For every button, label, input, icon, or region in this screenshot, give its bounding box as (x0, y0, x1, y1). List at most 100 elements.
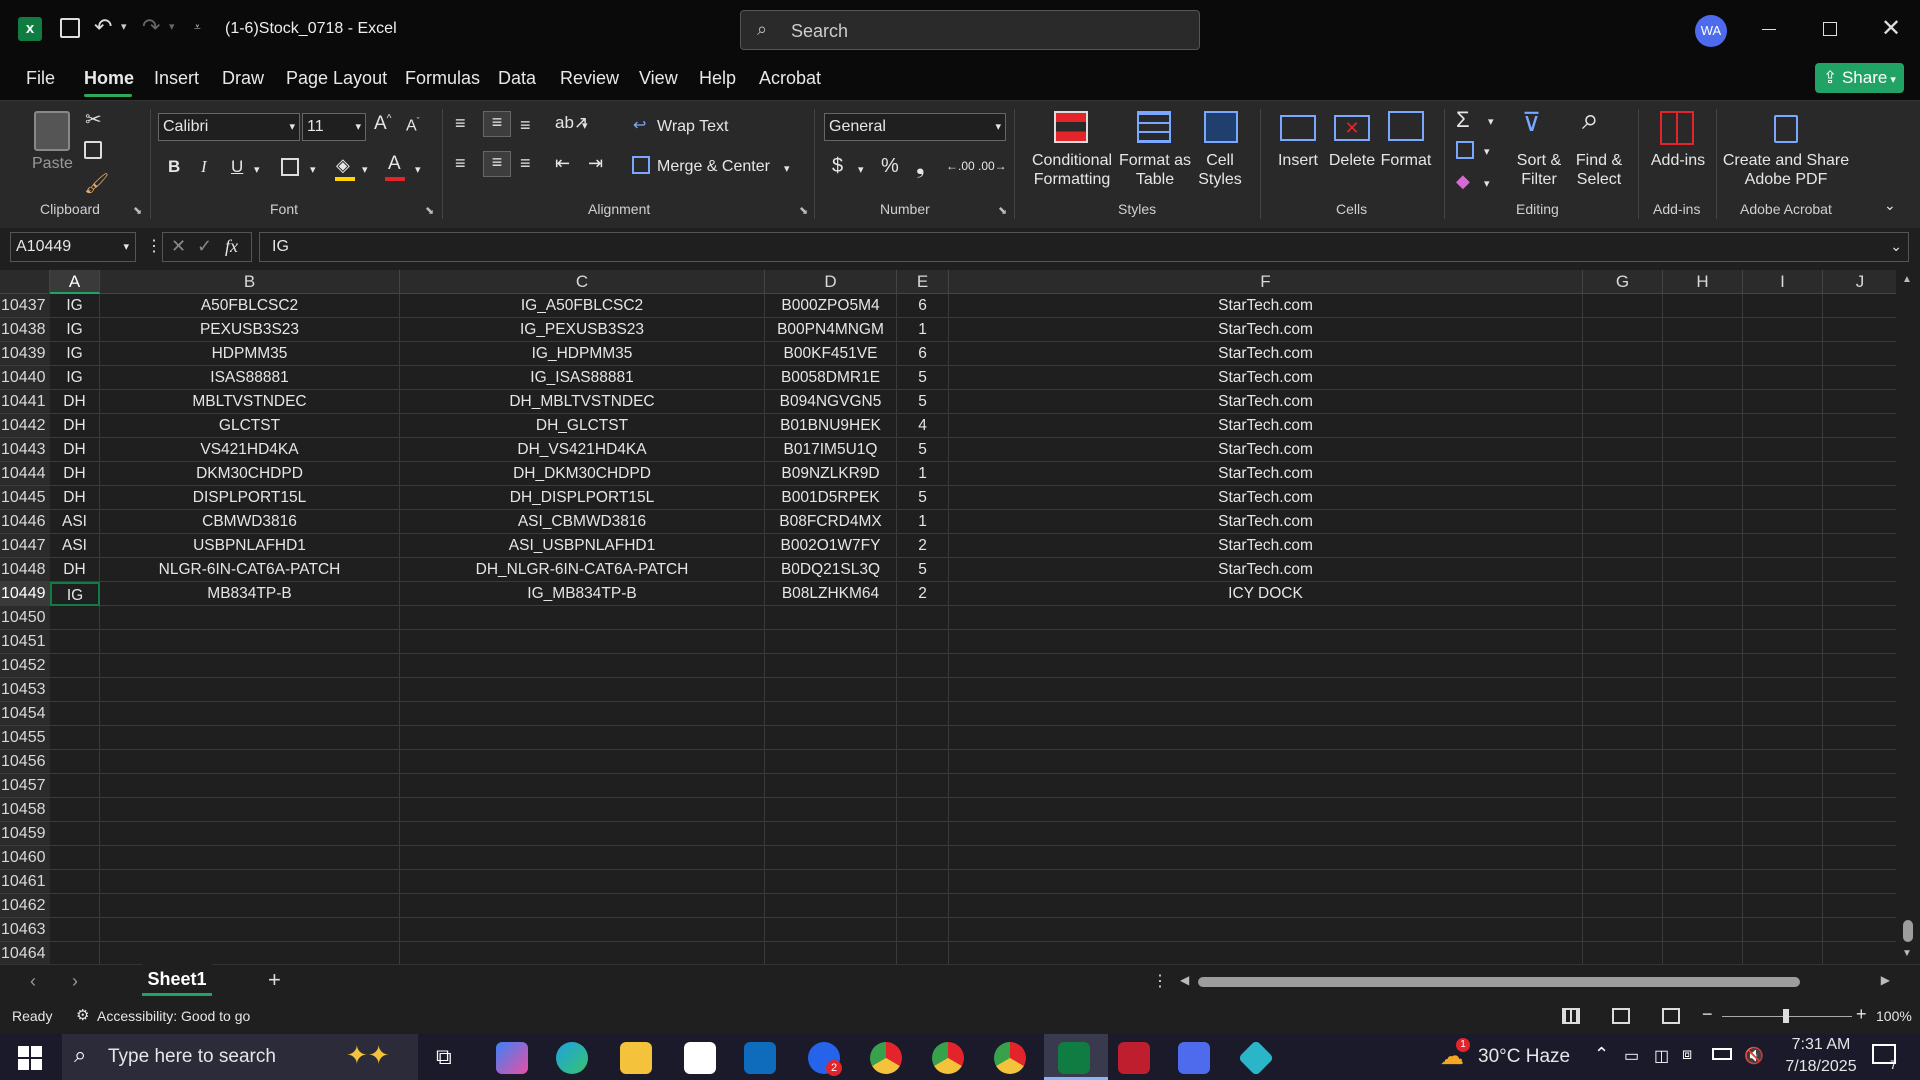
table-cell[interactable]: IG_MB834TP-B (400, 582, 765, 606)
table-cell[interactable]: StarTech.com (949, 558, 1583, 582)
hscroll-thumb[interactable] (1198, 977, 1800, 987)
table-cell[interactable]: 6 (897, 342, 949, 366)
table-cell[interactable] (50, 870, 100, 894)
save-icon[interactable] (60, 18, 80, 38)
table-cell[interactable] (1583, 318, 1663, 342)
row-header[interactable]: 10461 (0, 870, 50, 894)
table-cell[interactable] (1663, 702, 1743, 726)
redo-dropdown-icon[interactable]: ▾ (169, 20, 175, 33)
clock-time[interactable]: 7:31 AM (1780, 1036, 1862, 1054)
table-cell[interactable] (1663, 294, 1743, 318)
table-cell[interactable] (1823, 558, 1898, 582)
normal-view-icon[interactable] (1562, 1008, 1580, 1024)
table-cell[interactable] (765, 630, 897, 654)
autosum-dropdown-icon[interactable]: ▾ (1488, 115, 1494, 128)
table-cell[interactable] (1663, 342, 1743, 366)
table-cell[interactable] (1583, 822, 1663, 846)
copilot-app-icon[interactable] (496, 1042, 528, 1074)
table-cell[interactable] (50, 774, 100, 798)
borders-icon[interactable] (281, 158, 299, 176)
table-cell[interactable] (897, 798, 949, 822)
table-cell[interactable] (949, 678, 1583, 702)
table-cell[interactable] (100, 870, 400, 894)
table-cell[interactable] (1823, 942, 1898, 964)
table-cell[interactable] (1583, 534, 1663, 558)
table-cell[interactable] (1743, 438, 1823, 462)
table-cell[interactable] (1823, 534, 1898, 558)
weather-text[interactable]: 30°C Haze (1478, 1046, 1570, 1068)
edge-app-icon[interactable] (556, 1042, 588, 1074)
table-cell[interactable]: StarTech.com (949, 510, 1583, 534)
format-painter-icon[interactable]: 🖌 (84, 171, 109, 196)
table-cell[interactable] (1823, 318, 1898, 342)
table-cell[interactable] (949, 822, 1583, 846)
table-cell[interactable] (765, 750, 897, 774)
table-cell[interactable] (1743, 294, 1823, 318)
select-all-corner[interactable] (0, 270, 50, 294)
table-cell[interactable] (1823, 390, 1898, 414)
table-cell[interactable] (949, 798, 1583, 822)
table-cell[interactable]: B09NZLKR9D (765, 462, 897, 486)
copy-icon[interactable] (84, 141, 102, 159)
table-cell[interactable]: IG_A50FBLCSC2 (400, 294, 765, 318)
table-cell[interactable] (50, 678, 100, 702)
orientation-dropdown-icon[interactable]: ▾ (582, 119, 588, 132)
decrease-indent-icon[interactable]: ⇤ (555, 153, 570, 174)
tab-insert[interactable]: Insert (154, 68, 199, 89)
table-cell[interactable] (1743, 366, 1823, 390)
more-options-icon[interactable]: ⋮ (146, 236, 162, 256)
tab-draw[interactable]: Draw (222, 68, 264, 89)
spreadsheet-grid[interactable]: ABCDEFGHIJ 10437 IG A50FBLCSC2 IG_A50FBLCSC… (0, 270, 1920, 964)
font-color-dropdown-icon[interactable]: ▾ (415, 163, 421, 176)
percent-button[interactable]: % (881, 155, 899, 178)
column-header[interactable]: F (949, 270, 1583, 294)
table-cell[interactable] (1583, 798, 1663, 822)
clear-dropdown-icon[interactable]: ▾ (1484, 177, 1490, 190)
table-cell[interactable] (50, 630, 100, 654)
align-middle-icon[interactable]: ≡ (483, 111, 511, 137)
table-cell[interactable]: B01BNU9HEK (765, 414, 897, 438)
clock-date[interactable]: 7/18/2025 (1776, 1058, 1866, 1076)
table-cell[interactable] (1583, 510, 1663, 534)
chrome-icon-3[interactable] (994, 1042, 1026, 1074)
table-cell[interactable] (400, 942, 765, 964)
undo-icon[interactable]: ↶ (94, 14, 112, 40)
table-cell[interactable] (1583, 942, 1663, 964)
table-cell[interactable] (1743, 462, 1823, 486)
tab-help[interactable]: Help (699, 68, 736, 89)
scroll-right-icon[interactable]: ▶ (1881, 973, 1890, 987)
table-cell[interactable] (1583, 462, 1663, 486)
table-cell[interactable]: 2 (897, 534, 949, 558)
zoom-in-icon[interactable]: + (1856, 1004, 1867, 1025)
column-header[interactable]: D (765, 270, 897, 294)
table-cell[interactable] (1823, 582, 1898, 606)
table-cell[interactable] (1583, 390, 1663, 414)
table-cell[interactable]: PEXUSB3S23 (100, 318, 400, 342)
table-cell[interactable] (949, 726, 1583, 750)
meet-now-icon[interactable]: ◫ (1654, 1046, 1669, 1066)
font-size-select[interactable]: 11 ▾ (302, 113, 366, 141)
windows-start-icon[interactable] (18, 1046, 42, 1070)
tab-page-layout[interactable]: Page Layout (286, 68, 387, 89)
find-select-icon[interactable]: ⌕ (1582, 103, 1599, 137)
table-cell[interactable] (50, 798, 100, 822)
row-header[interactable]: 10440 (0, 366, 50, 390)
tab-review[interactable]: Review (560, 68, 619, 89)
table-cell[interactable]: IG (50, 318, 100, 342)
addins-button[interactable]: Add-ins (1646, 151, 1710, 170)
table-cell[interactable] (1823, 630, 1898, 654)
table-cell[interactable] (400, 894, 765, 918)
table-cell[interactable] (1663, 750, 1743, 774)
row-header[interactable]: 10443 (0, 438, 50, 462)
table-cell[interactable] (1583, 750, 1663, 774)
calculator-app-icon[interactable] (1178, 1042, 1210, 1074)
table-cell[interactable] (1743, 654, 1823, 678)
number-format-select[interactable]: General ▾ (824, 113, 1006, 141)
accessibility-status[interactable]: Accessibility: Good to go (97, 1008, 250, 1024)
decrease-decimal-icon[interactable]: .00→ (978, 159, 1007, 173)
conditional-formatting-button[interactable]: Conditional Formatting (1024, 151, 1120, 189)
table-cell[interactable] (765, 942, 897, 964)
table-cell[interactable] (400, 654, 765, 678)
table-cell[interactable]: 5 (897, 486, 949, 510)
store-app-icon[interactable] (684, 1042, 716, 1074)
